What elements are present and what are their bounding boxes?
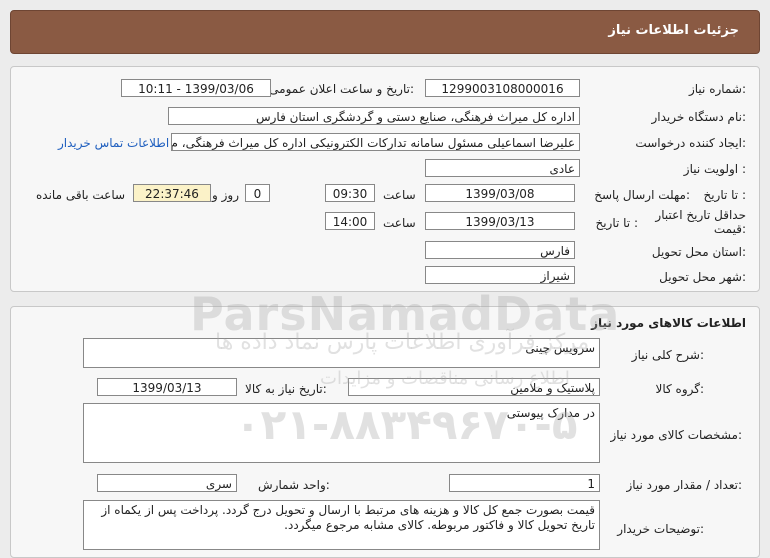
deadline-to-date-label: تا تاریخ : [703,188,746,202]
need-date-field: 1399/03/13 [97,378,237,396]
priority-field: عادی [425,159,580,177]
delivery-city-label: شهر محل تحویل: [659,270,746,284]
unit-field: سری [97,474,237,492]
deadline-time-label: ساعت [383,188,416,202]
deadline-time-field: 09:30 [325,184,375,202]
validity-time-field: 14:00 [325,212,375,230]
buyer-notes-label: توضیحات خریدار: [617,522,704,536]
watermark-line1: مرکز فرآوری اطلاعات پارس نماد داده ها [215,330,590,355]
quantity-label: تعداد / مقدار مورد نیاز: [626,478,742,492]
page-title: جزئیات اطلاعات نیاز [608,23,739,38]
deadline-label: مهلت ارسال پاسخ: [594,188,690,202]
goods-spec-label: مشخصات کالای مورد نیاز: [610,428,742,442]
buyer-org-field: اداره کل میراث فرهنگی، صنایع دستی و گردش… [168,107,580,125]
delivery-province-label: استان محل تحویل: [651,245,746,259]
remaining-days-field: 0 [245,184,270,202]
quantity-field: 1 [449,474,600,492]
goods-group-label: گروه کالا: [655,382,705,396]
need-date-label: تاریخ نیاز به کالا: [245,382,327,396]
buyer-org-label: نام دستگاه خریدار: [651,110,747,124]
announce-datetime-label: تاریخ و ساعت اعلان عمومی: [269,82,414,96]
watermark-phone: ۰۲۱-۸۸۳۴۹۶۷۰-۵ [235,400,578,449]
validity-date-field: 1399/03/13 [425,212,575,230]
buyer-notes-field: قیمت بصورت جمع کل کالا و هزینه های مرتبط… [83,500,600,550]
page-header: جزئیات اطلاعات نیاز [10,10,760,54]
price-validity-label: حداقل تاریخ اعتبار قیمت: [655,208,746,236]
request-creator-field: علیرضا اسماعیلی مسئول سامانه تدارکات الک… [171,133,580,151]
delivery-city-field: شیراز [425,266,575,284]
buyer-contact-link[interactable]: اطلاعات تماس خریدار [58,136,169,150]
request-creator-label: ایجاد کننده درخواست: [635,136,746,150]
need-number-field: 1299003108000016 [425,79,580,97]
priority-label: اولویت نیاز : [683,162,746,176]
deadline-date-field: 1399/03/08 [425,184,575,202]
need-info-panel [10,66,760,292]
unit-label: واحد شمارش: [258,478,330,492]
announce-datetime-field: 1399/03/06 - 10:11 [121,79,271,97]
need-description-label: شرح کلی نیاز: [631,348,704,362]
validity-time-label: ساعت [383,216,416,230]
remaining-time-field: 22:37:46 [133,184,211,202]
validity-to-date-label: تا تاریخ : [595,216,638,230]
remaining-days-label: روز و [212,188,239,202]
remaining-time-label: ساعت باقی مانده [36,188,126,202]
need-number-label: شماره نیاز: [688,82,746,96]
watermark-line2: اطلاع رسانی مناقصات و مزایدات [320,368,570,389]
delivery-province-field: فارس [425,241,575,259]
